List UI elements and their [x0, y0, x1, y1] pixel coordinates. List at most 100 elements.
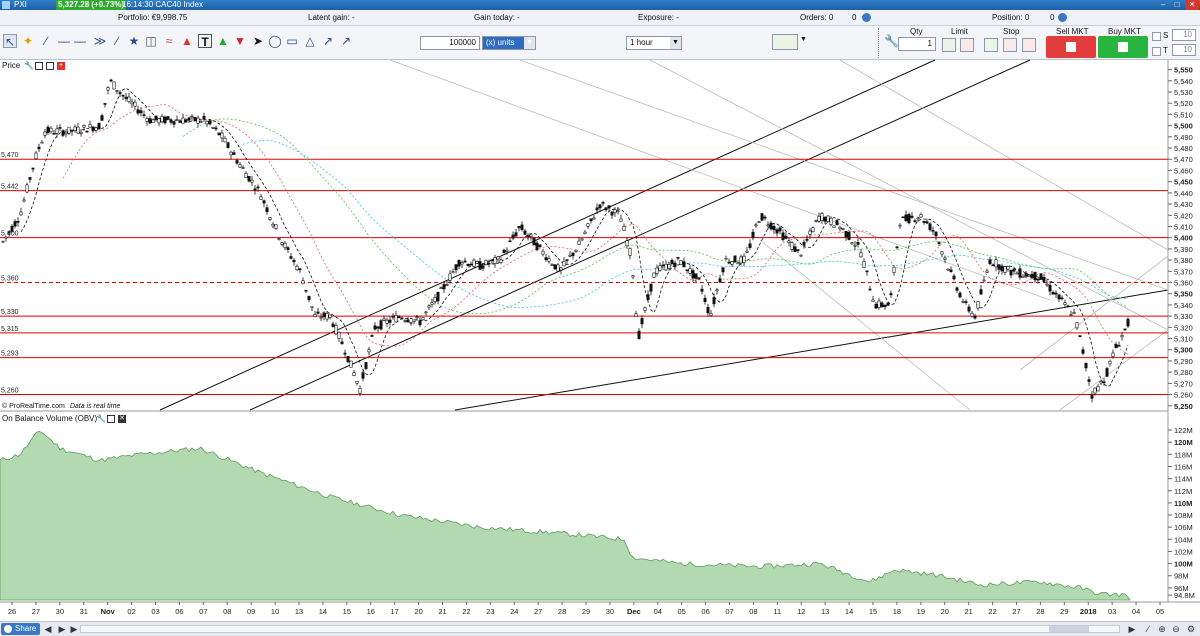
restore-panel-icon[interactable]	[46, 62, 54, 70]
candle-body	[553, 264, 557, 270]
x-tick-label: 15	[343, 607, 351, 616]
candle-body	[646, 294, 650, 300]
x-tick-label: 27	[534, 607, 542, 616]
draw-icon[interactable]: ∕	[1142, 623, 1154, 635]
price-chart[interactable]: 5,550 5,540 5,530 5,520 5,510 5,500 5,490 5,480…	[0, 0, 1200, 621]
maximize-panel-icon[interactable]	[107, 415, 115, 423]
candle-body	[1117, 345, 1121, 347]
candle-body	[757, 221, 761, 224]
candle-body	[919, 214, 923, 218]
maximize-panel-icon[interactable]	[35, 62, 43, 70]
candle-body	[403, 320, 407, 322]
candle-body	[556, 264, 560, 272]
candle-body	[67, 126, 71, 134]
candle-body	[301, 280, 305, 285]
candle-body	[685, 269, 689, 272]
candle-body	[235, 160, 239, 164]
wrench-icon[interactable]: 🔧	[96, 414, 106, 423]
x-tick-label: 02	[127, 607, 135, 616]
candle-body	[355, 381, 359, 384]
candle-body	[352, 372, 356, 377]
x-tick-label: 07	[725, 607, 733, 616]
candle-body	[73, 126, 77, 131]
add-indicator-icon[interactable]: +	[57, 62, 65, 70]
candle-body	[202, 115, 206, 120]
candle-body	[1039, 273, 1043, 280]
candle-body	[214, 127, 218, 130]
candle-body	[1078, 335, 1082, 337]
candle-body	[1084, 362, 1088, 369]
obv-tick-label: 110M	[1174, 499, 1192, 508]
candle-body	[19, 211, 23, 216]
candle-body	[295, 265, 299, 271]
zoom-in-icon[interactable]: ⊕	[1156, 623, 1168, 635]
candle-body	[472, 259, 476, 267]
candle-body	[499, 259, 503, 263]
candle-body	[178, 120, 182, 123]
candle-body	[415, 316, 419, 319]
y-tick-label: 5,420	[1174, 211, 1193, 220]
zoom-out-icon[interactable]: ⊖	[1170, 623, 1182, 635]
candle-body	[52, 133, 56, 135]
candle-body	[883, 304, 887, 308]
forward-icon[interactable]: ▶	[68, 623, 80, 635]
candle-body	[1099, 381, 1103, 384]
candle-body	[1015, 272, 1019, 275]
candle-body	[1018, 268, 1022, 278]
candle-body	[1054, 292, 1058, 295]
x-tick-label: 19	[917, 607, 925, 616]
candle-body	[22, 199, 26, 202]
candle-body	[262, 200, 266, 204]
candle-body	[496, 256, 500, 260]
scrollbar-thumb[interactable]	[1049, 626, 1089, 632]
x-tick-label: 24	[510, 607, 518, 616]
candle-body	[457, 259, 461, 267]
goto-end-icon[interactable]: ▶	[1126, 623, 1138, 635]
candle-body	[244, 173, 248, 179]
candle-body	[577, 240, 581, 245]
y-tick-label: 5,330	[1174, 312, 1193, 321]
settings-icon[interactable]: ⚙	[1185, 623, 1197, 635]
level-label: 5,360	[1, 276, 19, 283]
candle-body	[442, 284, 446, 290]
candle-body	[976, 301, 980, 309]
y-tick-label: 5,460	[1174, 166, 1193, 175]
candle-body	[823, 216, 827, 222]
candle-body	[961, 301, 965, 303]
x-tick-label: 08	[749, 607, 757, 616]
candle-body	[607, 205, 611, 209]
candle-body	[493, 257, 497, 264]
x-tick-label: 21	[438, 607, 446, 616]
candle-body	[811, 227, 815, 233]
candle-body	[154, 115, 158, 121]
candle-body	[94, 127, 98, 131]
candle-body	[274, 224, 278, 229]
wrench-icon[interactable]: 🔧	[24, 61, 34, 70]
share-button[interactable]: Share	[1, 623, 41, 635]
candle-body	[697, 277, 701, 280]
candle-body	[709, 313, 713, 316]
candle-body	[145, 118, 149, 122]
candle-body	[187, 117, 191, 121]
candle-body	[13, 221, 17, 227]
y-tick-label: 5,390	[1174, 245, 1193, 254]
candle-body	[733, 255, 737, 263]
candle-body	[772, 226, 776, 231]
play-icon[interactable]: ▶	[56, 623, 68, 635]
candle-body	[922, 220, 926, 223]
candle-body	[169, 119, 173, 123]
x-tick-label: 20	[414, 607, 422, 616]
candle-body	[265, 207, 269, 213]
rewind-icon[interactable]: ◀	[42, 623, 54, 635]
candle-body	[769, 222, 773, 230]
candle-body	[904, 214, 908, 221]
x-tick-label: 27	[1012, 607, 1020, 616]
time-scrollbar[interactable]	[80, 625, 1120, 633]
candle-body	[58, 127, 62, 129]
candle-body	[370, 335, 374, 337]
close-panel-icon[interactable]: ✕	[118, 415, 126, 423]
obv-tick-label: 114M	[1174, 475, 1192, 484]
candle-body	[349, 360, 353, 368]
candle-body	[196, 117, 200, 124]
candle-body	[421, 317, 425, 321]
